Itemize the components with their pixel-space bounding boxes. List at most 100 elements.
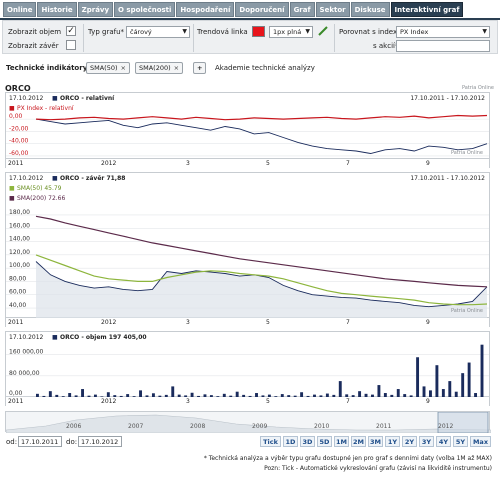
tab-graf[interactable]: Graf	[289, 2, 315, 17]
tab-online[interactable]: Online	[3, 2, 37, 17]
zoom-button-tick[interactable]: Tick	[260, 436, 281, 447]
indicators-row: Technické indikátory*: SMA(50) × SMA(200)…	[2, 58, 498, 78]
add-indicator-button[interactable]: +	[193, 62, 207, 74]
volume-bar	[81, 389, 84, 397]
zoom-button-3d[interactable]: 3D	[300, 436, 315, 447]
divider	[193, 24, 194, 52]
close-icon[interactable]: ×	[174, 64, 179, 72]
tab-zprávy[interactable]: Zprávy	[77, 2, 114, 17]
legend-orco-square: ■	[52, 95, 58, 102]
trend-line-label: Trendová linka	[197, 28, 248, 36]
date-range-row: od: 17.10.2011 do: 17.10.2012 Tick 1D 3D 5D…	[2, 436, 498, 448]
trend-width-select[interactable]: 1px plná ▼	[269, 26, 313, 38]
relative-chart-panel: 17.10.2012 ■ ORCO - relativní 17.10.2011…	[5, 92, 490, 159]
volume-chart-plot[interactable]: 160 000,00 80 000,00 0,00	[6, 344, 489, 397]
volume-bar	[435, 365, 439, 397]
pencil-icon[interactable]	[317, 25, 329, 37]
volume-bar	[429, 390, 432, 397]
navigator-year-label: 2006	[66, 423, 82, 430]
legend-orco-square: ■	[52, 175, 58, 182]
legend-px-square: ■	[9, 105, 15, 112]
chart-type-select[interactable]: čárový ▼	[126, 26, 190, 38]
from-date-input[interactable]: 17.10.2011	[18, 436, 62, 447]
chevron-down-icon: ▼	[482, 28, 487, 35]
y-tick-label: 120,00	[9, 249, 30, 256]
time-navigator[interactable]: 2006 2007 2008 2009 2010 2011 2012	[5, 411, 491, 433]
legend-sma50: SMA(50) 45.79	[17, 185, 62, 192]
volume-bar	[461, 373, 465, 397]
zoom-button-1y[interactable]: 1Y	[385, 436, 400, 447]
volume-checkbox[interactable]: ✓	[66, 26, 76, 36]
zoom-button-5d[interactable]: 5D	[317, 436, 332, 447]
tab-interaktivní-graf[interactable]: Interaktivní graf	[390, 2, 464, 17]
series-line-orco-relativn-	[35, 118, 488, 154]
navigator-year-label: 2012	[438, 423, 454, 430]
compare-index-select[interactable]: PX Index ▼	[396, 26, 490, 38]
to-date-input[interactable]: 17.10.2012	[78, 436, 122, 447]
volume-label: Zobrazit objem	[8, 28, 62, 36]
x-axis: 2011 2012 3 5 7 9	[5, 397, 490, 406]
x-tick-label: 5	[266, 398, 270, 405]
zoom-button-5y[interactable]: 5Y	[453, 436, 468, 447]
zoom-button-3y[interactable]: 3Y	[419, 436, 434, 447]
price-chart-plot[interactable]: 180,00 160,00 140,00 120,00 100,00 80,00 60,00…	[6, 205, 489, 318]
relative-chart-plot[interactable]: 0,00 -20,00 -40,00 -60,00	[6, 113, 489, 159]
watermark: Patria Online	[450, 308, 483, 314]
navigator-year-label: 2009	[252, 423, 268, 430]
y-tick-label: 160 000,00	[9, 349, 44, 356]
compare-stock-input[interactable]	[396, 40, 490, 52]
tab-o-společnosti[interactable]: O společnosti	[114, 2, 176, 17]
zoom-button-3m[interactable]: 3M	[368, 436, 383, 447]
chevron-down-icon: ▼	[182, 28, 187, 35]
y-tick-label: -60,00	[9, 150, 29, 157]
x-tick-label: 9	[426, 398, 430, 405]
zoom-button-2y[interactable]: 2Y	[402, 436, 417, 447]
tab-diskuse[interactable]: Diskuse	[350, 2, 390, 17]
volume-bar	[377, 385, 381, 397]
zoom-button-1m[interactable]: 1M	[334, 436, 349, 447]
note-technical: * Technická analýza a výběr typu grafu d…	[203, 455, 492, 462]
tab-sektor[interactable]: Sektor	[315, 2, 350, 17]
trend-color-swatch[interactable]	[252, 26, 265, 37]
close-icon[interactable]: ×	[121, 64, 126, 72]
close-checkbox[interactable]	[66, 40, 76, 50]
volume-bar	[422, 386, 426, 397]
watermark: Patria Online	[461, 85, 494, 91]
legend-orco-close: ORCO - závěr 71,88	[60, 175, 126, 182]
price-chart-panel: 17.10.2012 ■ ORCO - závěr 71,88 17.10.20…	[5, 172, 490, 318]
y-tick-label: 100,00	[9, 262, 30, 269]
volume-bar	[396, 389, 400, 397]
panel-header: 17.10.2012 ■ ORCO - relativní 17.10.2011…	[6, 93, 489, 103]
volume-bar	[441, 389, 445, 397]
x-axis: 2011 2012 3 5 7 9	[5, 318, 490, 327]
zoom-button-1d[interactable]: 1D	[283, 436, 298, 447]
zoom-button-2m[interactable]: 2M	[351, 436, 366, 447]
x-tick-label: 9	[426, 160, 430, 167]
academy-link[interactable]: Akademie technické analýzy	[215, 64, 315, 72]
x-tick-label: 2012	[101, 398, 117, 405]
indicator-sma50[interactable]: SMA(50) ×	[86, 62, 130, 74]
panel-range: 17.10.2011 - 17.10.2012	[410, 95, 485, 102]
legend-sma200-square: ■	[9, 195, 15, 202]
y-tick-label: 160,00	[9, 222, 30, 229]
tab-hospodaření[interactable]: Hospodaření	[176, 2, 235, 17]
x-tick-label: 2011	[8, 319, 24, 326]
note-tick: Pozn: Tick - Automatické vykreslování gr…	[264, 465, 492, 472]
x-tick-label: 3	[186, 160, 190, 167]
indicator-sma50-label: SMA(50)	[90, 64, 118, 72]
legend-volume: ORCO - objem 197 405,00	[60, 334, 147, 341]
legend-px-index: PX Index - relativní	[17, 105, 74, 112]
zoom-button-4y[interactable]: 4Y	[436, 436, 451, 447]
legend-orco-relative: ORCO - relativní	[60, 95, 115, 102]
trend-width-value: 1px plná	[273, 28, 302, 36]
volume-bar	[416, 357, 420, 397]
indicator-sma200[interactable]: SMA(200) ×	[135, 62, 184, 74]
y-tick-label: -20,00	[9, 125, 29, 132]
legend-sma50-square: ■	[9, 185, 15, 192]
tab-doporučení[interactable]: Doporučení	[235, 2, 289, 17]
y-tick-label: 40,00	[9, 302, 26, 309]
y-tick-label: 60,00	[9, 289, 26, 296]
x-tick-label: 5	[266, 160, 270, 167]
zoom-button-max[interactable]: Max	[470, 436, 491, 447]
tab-historie[interactable]: Historie	[37, 2, 77, 17]
